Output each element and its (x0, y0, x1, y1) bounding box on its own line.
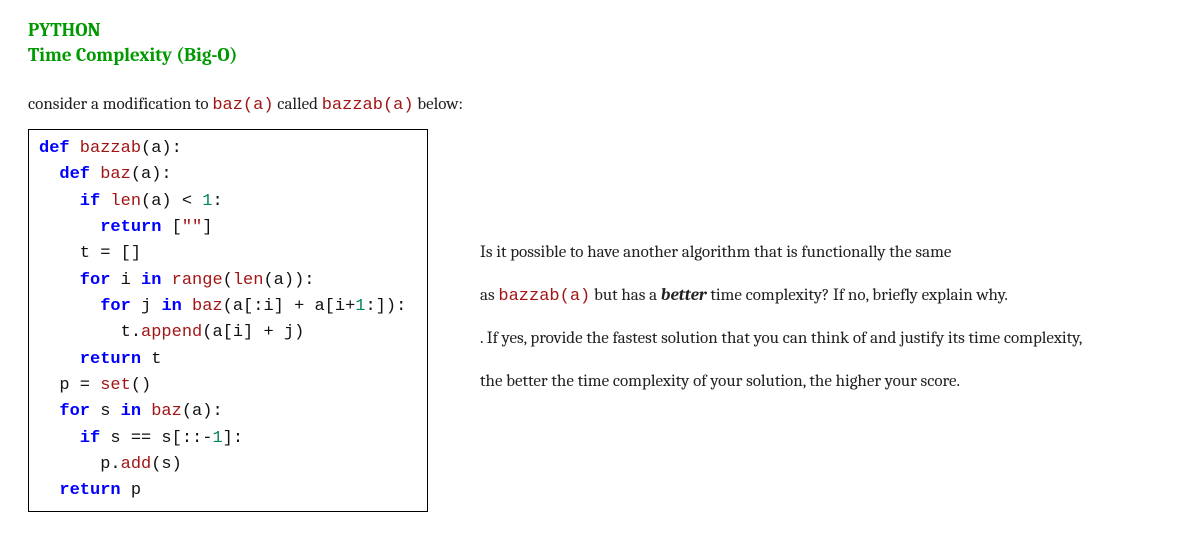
page-subheading: Time Complexity (Big-O) (28, 43, 1167, 68)
code-text: t = [] (39, 244, 141, 263)
question-text: Is it possible to have another algorithm… (480, 129, 1082, 413)
kw-in: in (161, 297, 181, 316)
kw-return: return (39, 350, 141, 369)
code-text: [ (161, 218, 181, 237)
code-text: : (212, 192, 222, 211)
q3-lead: . (480, 329, 487, 348)
kw-if: if (39, 192, 100, 211)
kw-for: for (39, 297, 131, 316)
kw-for: for (39, 402, 90, 421)
question-line-1: Is it possible to have another algorithm… (480, 241, 1082, 266)
fn-append: append (141, 323, 202, 342)
code-text: (a[i] + j) (202, 323, 304, 342)
q2-post: time complexity? If no, briefly explain … (707, 286, 1008, 305)
fn-baz: baz (141, 402, 182, 421)
q2-code: bazzab(a) (498, 287, 590, 306)
code-text: (a): (141, 139, 182, 158)
code-text: (a): (182, 402, 223, 421)
code-text: ] (202, 218, 212, 237)
kw-in: in (141, 271, 161, 290)
question-line-4: the better the time complexity of your s… (480, 370, 1082, 395)
q2-pre: as (480, 286, 498, 305)
code-block: def bazzab(a): def baz(a): if len(a) < 1… (28, 129, 428, 512)
num-1: 1 (212, 429, 222, 448)
code-text: (a)): (263, 271, 314, 290)
code-text: t. (39, 323, 141, 342)
q2-mid: but has a (590, 286, 661, 305)
num-1: 1 (202, 192, 212, 211)
kw-if: if (39, 429, 100, 448)
code-text: () (131, 376, 151, 395)
fn-bazzab: bazzab (70, 139, 141, 158)
code-text: (a[:i] + a[i+ (223, 297, 356, 316)
intro-code-bazzab: bazzab(a) (322, 96, 414, 115)
fn-baz: baz (90, 165, 131, 184)
intro-mid: called (274, 95, 322, 114)
intro-line: consider a modification to baz(a) called… (28, 93, 1167, 119)
fn-baz: baz (182, 297, 223, 316)
fn-range: range (161, 271, 222, 290)
fn-set: set (100, 376, 131, 395)
code-text: s == s[::- (100, 429, 212, 448)
intro-code-baz: baz(a) (212, 96, 273, 115)
kw-in: in (121, 402, 141, 421)
code-text: (s) (151, 455, 182, 474)
fn-len: len (100, 192, 141, 211)
code-text: (a) < (141, 192, 202, 211)
kw-for: for (39, 271, 110, 290)
q3-text: If yes, provide the fastest solution tha… (487, 329, 1083, 348)
code-text: p = (39, 376, 100, 395)
question-line-2: as bazzab(a) but has a better time compl… (480, 284, 1082, 310)
content-columns: def bazzab(a): def baz(a): if len(a) < 1… (28, 129, 1167, 512)
code-text: t (141, 350, 161, 369)
question-line-3: . If yes, provide the fastest solution t… (480, 327, 1082, 352)
code-text: p. (39, 455, 121, 474)
code-text: i (110, 271, 141, 290)
page-heading: PYTHON (28, 18, 1167, 43)
intro-pre: consider a modification to (28, 95, 212, 114)
intro-post: below: (414, 95, 464, 114)
code-text: ]: (223, 429, 243, 448)
fn-add: add (121, 455, 152, 474)
kw-def: def (39, 139, 70, 158)
kw-def: def (39, 165, 90, 184)
code-text: s (90, 402, 121, 421)
fn-len: len (233, 271, 264, 290)
str-empty: "" (182, 218, 202, 237)
code-text: p (121, 481, 141, 500)
code-text: ( (223, 271, 233, 290)
code-text: (a): (131, 165, 172, 184)
code-text: j (131, 297, 162, 316)
q2-bold: better (661, 286, 707, 305)
code-text: :]): (365, 297, 406, 316)
kw-return: return (39, 481, 121, 500)
num-1: 1 (355, 297, 365, 316)
kw-return: return (39, 218, 161, 237)
